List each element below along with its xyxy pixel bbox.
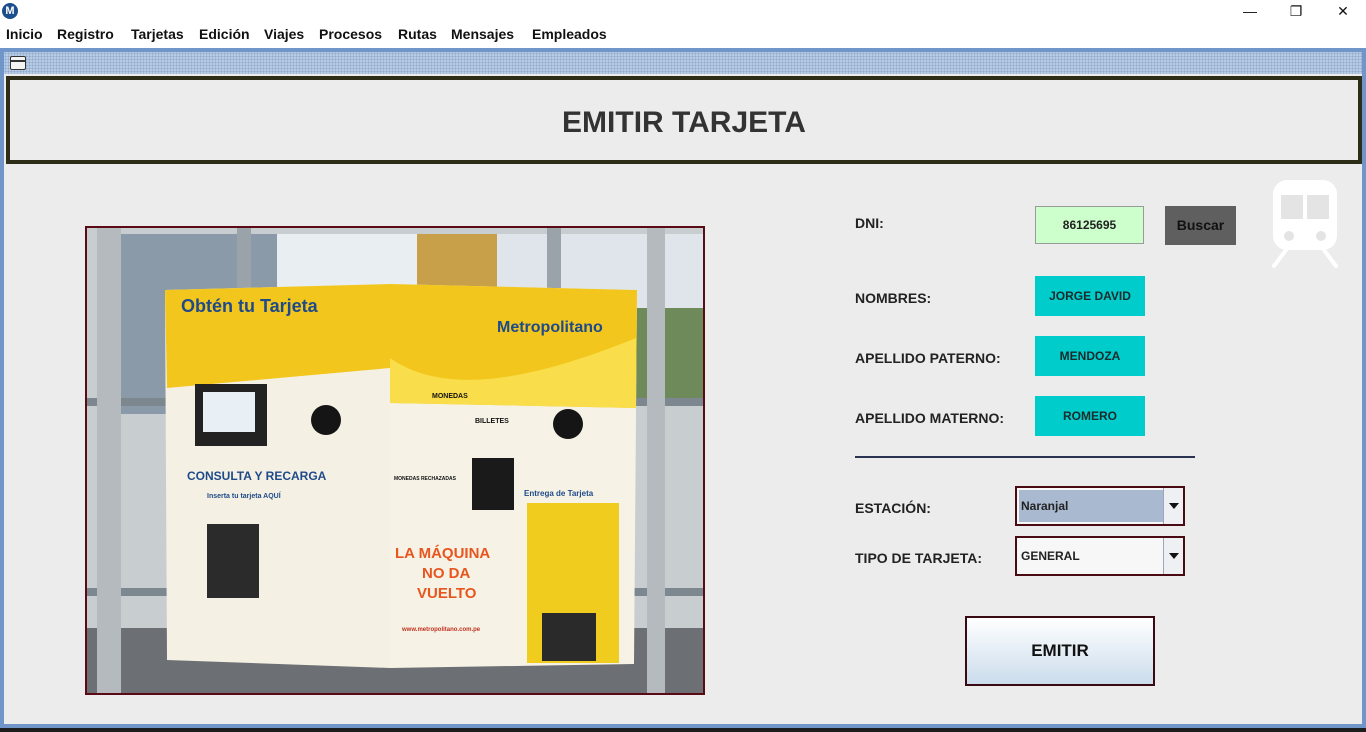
menu-rutas[interactable]: Rutas: [398, 26, 437, 42]
tipo-tarjeta-label: TIPO DE TARJETA:: [855, 550, 983, 566]
estacion-select[interactable]: Naranjal: [1015, 486, 1185, 526]
menu-edicion[interactable]: Edición: [199, 26, 250, 42]
internal-frame: EMITIR TARJETA Obtén tu Tarjeta Metropol…: [0, 48, 1366, 728]
apellido-materno-label: APELLIDO MATERNO:: [855, 410, 1005, 426]
photo-text-web: www.metropolitano.com.pe: [401, 627, 481, 633]
chevron-down-icon: [1169, 553, 1179, 559]
photo-text-inserta: Inserta tu tarjeta AQUÍ: [207, 491, 282, 500]
menu-empleados[interactable]: Empleados: [532, 26, 607, 42]
photo-text-monedas: MONEDAS: [432, 393, 468, 400]
emitir-button[interactable]: EMITIR: [965, 616, 1155, 686]
photo-text-billetes: BILLETES: [475, 418, 509, 425]
menubar: Inicio Registro Tarjetas Edición Viajes …: [0, 22, 1366, 48]
apellido-paterno-value: MENDOZA: [1035, 336, 1145, 376]
dni-label: DNI:: [855, 215, 884, 231]
window-icon: [10, 56, 26, 70]
estacion-selected-value: Naranjal: [1019, 490, 1165, 522]
form-separator: [855, 456, 1195, 458]
apellido-paterno-label: APELLIDO PATERNO:: [855, 350, 1001, 366]
photo-text-brand: Metropolitano: [497, 319, 603, 336]
menu-mensajes[interactable]: Mensajes: [451, 26, 514, 42]
nombres-label: NOMBRES:: [855, 290, 932, 306]
app-logo-icon: M: [2, 3, 18, 19]
estacion-dropdown-arrow[interactable]: [1163, 488, 1183, 524]
photo-text-obten: Obtén tu Tarjeta: [181, 296, 319, 316]
photo-text-no-vuelto-3: VUELTO: [417, 585, 477, 602]
taskbar-edge: [0, 728, 1366, 732]
menu-procesos[interactable]: Procesos: [319, 26, 382, 42]
tipo-tarjeta-dropdown-arrow[interactable]: [1163, 538, 1183, 574]
menu-registro[interactable]: Registro: [57, 26, 114, 42]
nombres-value: JORGE DAVID: [1035, 276, 1145, 316]
tipo-tarjeta-selected-value: GENERAL: [1019, 540, 1165, 572]
estacion-label: ESTACIÓN:: [855, 500, 931, 516]
apellido-materno-value: ROMERO: [1035, 396, 1145, 436]
restore-button[interactable]: ❐: [1273, 0, 1319, 22]
close-button[interactable]: ✕: [1320, 0, 1366, 22]
photo-text-no-vuelto-1: LA MÁQUINA: [395, 545, 490, 562]
minimize-button[interactable]: —: [1227, 0, 1273, 22]
menu-viajes[interactable]: Viajes: [264, 26, 304, 42]
train-icon: [1272, 180, 1338, 268]
photo-text-monedas-rechazadas: MONEDAS RECHAZADAS: [394, 476, 457, 482]
emitir-tarjeta-panel: EMITIR TARJETA Obtén tu Tarjeta Metropol…: [4, 74, 1362, 724]
menu-tarjetas[interactable]: Tarjetas: [131, 26, 184, 42]
ticket-machine-photo: Obtén tu Tarjeta Metropolitano CONSULTA …: [85, 226, 705, 695]
buscar-button[interactable]: Buscar: [1165, 206, 1236, 245]
tipo-tarjeta-select[interactable]: GENERAL: [1015, 536, 1185, 576]
photo-text-no-vuelto-2: NO DA: [422, 565, 471, 582]
ticket-machine-illustration: Obtén tu Tarjeta Metropolitano CONSULTA …: [87, 228, 703, 693]
window-titlebar: M — ❐ ✕: [0, 0, 1366, 22]
header-panel: EMITIR TARJETA: [6, 76, 1362, 164]
photo-text-entrega: Entrega de Tarjeta: [524, 489, 594, 498]
chevron-down-icon: [1169, 503, 1179, 509]
menu-inicio[interactable]: Inicio: [6, 26, 43, 42]
internal-frame-titlebar[interactable]: [4, 52, 1362, 74]
photo-text-consulta: CONSULTA Y RECARGA: [187, 469, 327, 483]
dni-field[interactable]: 86125695: [1035, 206, 1144, 244]
page-title: EMITIR TARJETA: [562, 106, 806, 139]
